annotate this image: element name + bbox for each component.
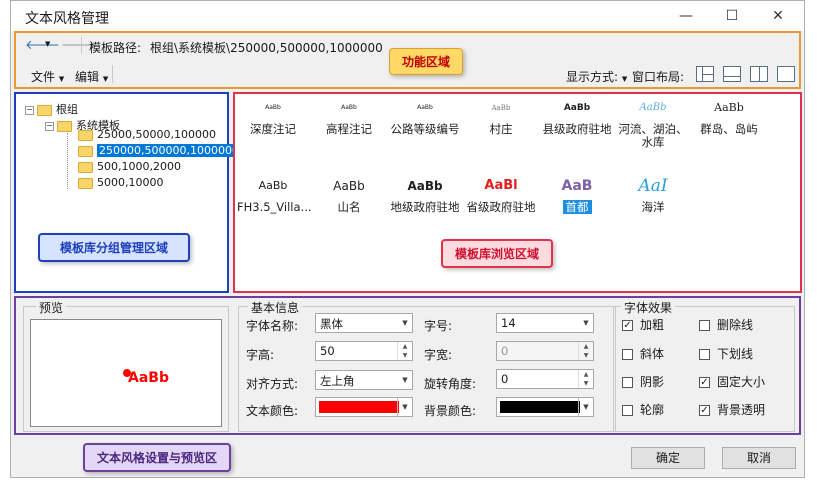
folder-icon xyxy=(78,129,93,141)
font-size-select[interactable]: 14 ▼ xyxy=(496,313,594,333)
template-tile[interactable]: AaI 海洋 xyxy=(617,177,689,214)
window-layout-label: 窗口布局: xyxy=(632,70,685,84)
layout-single-icon[interactable] xyxy=(777,66,795,82)
back-icon[interactable]: 🡐 xyxy=(25,37,60,53)
text-color-picker[interactable]: ▼ xyxy=(315,397,413,417)
chevron-down-icon: ▼ xyxy=(397,398,412,416)
tree-node-child[interactable]: 500,1000,2000 xyxy=(78,160,181,173)
display-mode-dropdown[interactable]: 显示方式: ▼ xyxy=(566,68,627,85)
font-name-select[interactable]: 黑体 ▼ xyxy=(315,313,413,333)
collapse-icon[interactable]: − xyxy=(25,105,34,115)
shadow-checkbox[interactable]: 阴影 xyxy=(622,373,664,390)
layout-left-icon[interactable] xyxy=(696,66,714,82)
font-effects-title: 字体效果 xyxy=(621,299,676,316)
template-path-value: 根组\系统模板\250000,500000,1000000 xyxy=(150,41,383,55)
preview-title: 预览 xyxy=(36,299,67,316)
template-tile[interactable]: AaBb 公路等级编号 xyxy=(389,99,461,136)
tree-node-child-selected[interactable]: 250000,500000,1000000 xyxy=(78,144,241,157)
rotation-label: 旋转角度: xyxy=(424,377,477,391)
tree-node-child[interactable]: 25000,50000,100000 xyxy=(78,128,216,141)
style-settings-callout: 文本风格设置与预览区 xyxy=(83,443,232,472)
menu-edit[interactable]: 编辑 ▼ xyxy=(75,68,108,85)
library-browse-callout: 模板库浏览区域 xyxy=(441,239,554,268)
underline-checkbox[interactable]: 下划线 xyxy=(699,345,753,362)
checkbox-checked-icon: ✓ xyxy=(699,377,710,388)
bg-color-label: 背景颜色: xyxy=(424,404,477,418)
rotation-stepper[interactable]: 0 ▲ ▼ xyxy=(496,369,594,389)
ok-button[interactable]: 确定 xyxy=(631,447,705,469)
folder-icon xyxy=(78,145,93,157)
layout-vertical-icon[interactable] xyxy=(750,66,768,82)
checkbox-unchecked-icon xyxy=(622,349,633,360)
template-tile[interactable]: AaBb 村庄 xyxy=(465,99,537,136)
spinner-arrows-icon: ▲ ▼ xyxy=(578,342,593,360)
text-color-swatch xyxy=(319,401,399,413)
template-tile[interactable]: AaBb 县级政府驻地 xyxy=(541,99,613,136)
strikeout-checkbox[interactable]: 删除线 xyxy=(699,316,753,333)
checkbox-unchecked-icon xyxy=(699,320,710,331)
template-tile[interactable]: AaBb 河流、湖泊、水库 xyxy=(617,99,689,149)
template-tile[interactable]: AaBb 山名 xyxy=(313,177,385,214)
spinner-arrows-icon[interactable]: ▲ ▼ xyxy=(578,370,593,388)
outline-checkbox[interactable]: 轮廓 xyxy=(622,401,664,418)
checkbox-checked-icon: ✓ xyxy=(699,405,710,416)
chevron-down-icon: ▼ xyxy=(578,398,593,416)
tree-guide xyxy=(67,133,68,189)
chevron-down-icon: ▼ xyxy=(583,319,589,327)
text-color-label: 文本颜色: xyxy=(246,404,299,418)
spinner-arrows-icon[interactable]: ▲ ▼ xyxy=(397,342,412,360)
template-path-label: 模板路径: xyxy=(89,41,142,55)
minimize-button[interactable]: — xyxy=(663,1,709,31)
bold-checkbox[interactable]: ✓ 加粗 xyxy=(622,316,664,333)
window-title: 文本风格管理 xyxy=(25,11,109,27)
toolbar-separator xyxy=(112,65,113,83)
function-area-callout: 功能区域 xyxy=(389,48,464,75)
bg-color-picker[interactable]: ▼ xyxy=(496,397,594,417)
basic-info-title: 基本信息 xyxy=(248,299,303,316)
cancel-button[interactable]: 取消 xyxy=(722,447,796,469)
text-style-manager-window: 文本风格管理 — ☐ ✕ 🡐 ▼ 🡒 模板路径: 根组\系统模板\250000,… xyxy=(10,0,805,478)
tree-node-root[interactable]: − 根组 xyxy=(25,101,78,117)
template-tile[interactable]: AaBb 高程注记 xyxy=(313,99,385,136)
checkbox-unchecked-icon xyxy=(622,377,633,388)
template-tile[interactable]: AaBb 地级政府驻地 xyxy=(389,177,461,214)
fixed-size-checkbox[interactable]: ✓ 固定大小 xyxy=(699,373,765,390)
font-size-label: 字号: xyxy=(424,319,453,333)
bg-transparent-checkbox[interactable]: ✓ 背景透明 xyxy=(699,401,765,418)
align-select[interactable]: 左上角 ▼ xyxy=(315,370,413,390)
chevron-down-icon: ▼ xyxy=(402,376,408,384)
chevron-down-icon: ▼ xyxy=(402,319,408,327)
font-height-label: 字高: xyxy=(246,348,275,362)
font-height-stepper[interactable]: 50 ▲ ▼ xyxy=(315,341,413,361)
folder-icon xyxy=(78,177,93,189)
template-tile-selected[interactable]: AaB 首都 xyxy=(541,177,613,214)
menu-file[interactable]: 文件 ▼ xyxy=(31,68,64,85)
font-width-label: 字宽: xyxy=(424,348,453,362)
library-group-callout: 模板库分组管理区域 xyxy=(38,233,190,262)
layout-horizontal-icon[interactable] xyxy=(723,66,741,82)
folder-icon xyxy=(57,120,72,132)
history-dropdown-icon[interactable]: ▼ xyxy=(45,40,50,48)
folder-icon xyxy=(37,104,52,116)
checkbox-unchecked-icon xyxy=(699,349,710,360)
align-label: 对齐方式: xyxy=(246,377,299,391)
title-bar: 文本风格管理 — ☐ ✕ xyxy=(11,1,804,31)
close-button[interactable]: ✕ xyxy=(755,1,801,31)
template-tile[interactable]: AaBb FH3.5_Villa... xyxy=(237,177,312,214)
tree-node-child[interactable]: 5000,10000 xyxy=(78,176,163,189)
template-tile[interactable]: AaBl 省级政府驻地 xyxy=(465,177,537,214)
maximize-button[interactable]: ☐ xyxy=(709,1,755,31)
checkbox-unchecked-icon xyxy=(622,405,633,416)
toolbar-separator xyxy=(81,37,82,54)
font-width-stepper: 0 ▲ ▼ xyxy=(496,341,594,361)
template-tile[interactable]: AaBb 群岛、岛屿 xyxy=(693,99,765,136)
template-tile[interactable]: AaBb 深度注记 xyxy=(237,99,309,136)
font-name-label: 字体名称: xyxy=(246,319,299,333)
folder-icon xyxy=(78,161,93,173)
bg-color-swatch xyxy=(500,401,580,413)
collapse-icon[interactable]: − xyxy=(45,121,54,131)
italic-checkbox[interactable]: 斜体 xyxy=(622,345,664,362)
checkbox-checked-icon: ✓ xyxy=(622,320,633,331)
preview-sample-text: AaBb xyxy=(128,370,169,386)
